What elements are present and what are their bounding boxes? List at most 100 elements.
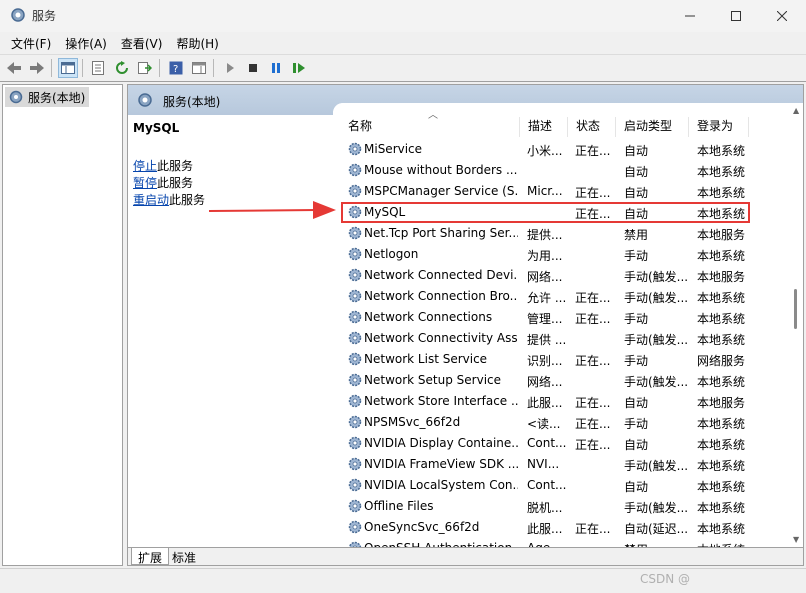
tab-extended[interactable]: 扩展 [131,548,170,565]
service-gear-icon [348,436,362,450]
service-startup-type: 自动 [624,480,649,494]
service-name: MySQL [364,205,406,219]
service-gear-icon [348,163,362,177]
service-row[interactable]: Network Connection Bro... 允许 ... 正在... 手动(触… [333,286,793,307]
service-log-on-as: 本地系统 [697,291,746,305]
scroll-up-icon[interactable]: ▲ [793,106,799,115]
export-list-button[interactable] [135,58,155,78]
minimize-button[interactable] [667,0,713,32]
action-suffix: 此服务 [169,193,206,207]
service-description: 识别... [527,354,563,368]
service-row[interactable]: Network Setup Service 网络... 手动(触发... 本地系统 [333,370,793,391]
service-log-on-as: 本地系统 [697,165,746,179]
service-log-on-as: 本地系统 [697,459,746,473]
service-name: Network List Service [364,352,488,366]
svg-text:?: ? [173,64,178,75]
properties-icon [92,61,104,75]
service-status: 正在... [575,417,611,431]
service-row[interactable]: Network Connections 管理... 正在... 手动 本地系统 [333,307,793,328]
show-hide-console-tree-button[interactable] [58,58,78,78]
help-button[interactable]: ? [166,58,186,78]
service-name: MSPCManager Service (S... [364,184,518,198]
menu-view[interactable]: 查看(V) [114,32,170,54]
service-row[interactable]: Mouse without Borders ... 自动 本地系统 [333,160,793,181]
action-suffix: 此服务 [157,176,194,190]
service-description: Cont... [527,478,567,492]
stop-service-action: 停止此服务 [133,157,193,174]
scroll-down-icon[interactable]: ▼ [793,535,799,544]
service-startup-type: 自动 [624,165,649,179]
service-name: Mouse without Borders ... [364,163,518,177]
column-header-name[interactable]: 名称 [340,117,520,137]
service-startup-type: 手动 [624,417,649,431]
pause-service-button[interactable] [266,58,286,78]
window-title: 服务 [32,9,57,23]
service-row[interactable]: Net.Tcp Port Sharing Ser... 提供... 禁用 本地服务 [333,223,793,244]
service-row[interactable]: Network Connected Devi... 网络... 手动(触发... 本地… [333,265,793,286]
service-description: 为用... [527,249,563,263]
service-log-on-as: 本地服务 [697,228,746,242]
service-row[interactable]: OneSyncSvc_66f2d 此服... 正在... 自动(延迟... 本地系统 [333,517,793,538]
column-header-startup-type[interactable]: 启动类型 [616,117,689,137]
service-row[interactable]: OpenSSH Authentication ...Age...禁用本地系统 [333,538,793,547]
menu-action[interactable]: 操作(A) [58,32,114,54]
service-row[interactable]: Network Connectivity Ass... 提供 ... 手动(触发..… [333,328,793,349]
column-header-description[interactable]: 描述 [520,117,568,137]
service-row[interactable]: Offline Files 脱机... 手动(触发... 本地系统 [333,496,793,517]
service-row[interactable]: Netlogon 为用... 手动 本地系统 [333,244,793,265]
vertical-scrollbar[interactable]: ▲ ▼ [791,103,801,547]
tab-standard[interactable]: 标准 [166,548,202,565]
service-log-on-as: 本地系统 [697,207,746,221]
show-action-pane-button[interactable] [189,58,209,78]
service-row[interactable]: NVIDIA LocalSystem Con... Cont... 自动 本地系统 [333,475,793,496]
menu-help[interactable]: 帮助(H) [169,32,225,54]
service-log-on-as: 本地系统 [697,249,746,263]
restart-service-link[interactable]: 重启动 [133,193,169,207]
service-log-on-as: 本地系统 [697,375,746,389]
service-status: 正在... [575,396,611,410]
pause-service-link[interactable]: 暂停 [133,176,157,190]
service-status: 正在... [575,312,611,326]
service-gear-icon [348,499,362,513]
service-status: 正在... [575,207,611,221]
back-arrow-icon [7,62,21,74]
start-service-button[interactable] [220,58,240,78]
column-header-status[interactable]: 状态 [568,117,616,137]
service-description: 脱机... [527,501,563,515]
service-row[interactable]: MSPCManager Service (S... Micr... 正在... 自动 本… [333,181,793,202]
forward-button[interactable] [27,58,47,78]
service-gear-icon [348,331,362,345]
service-name: Network Connected Devi... [364,268,518,282]
services-pane: 服务(本地) MySQL 停止此服务 暂停此服务 重启动此服务 ︿ 名称 描述 … [127,84,804,566]
stop-service-link[interactable]: 停止 [133,159,157,173]
tree-item-services-local[interactable]: 服务(本地) [5,87,89,107]
maximize-button[interactable] [713,0,759,32]
service-startup-type: 禁用 [624,228,649,242]
service-description: 网络... [527,375,563,389]
service-row[interactable]: NPSMSvc_66f2d <读... 正在... 手动 本地系统 [333,412,793,433]
restart-icon [293,63,305,73]
stop-service-button[interactable] [243,58,263,78]
service-row[interactable]: NVIDIA Display Containe... Cont... 正在... 自动… [333,433,793,454]
back-button[interactable] [4,58,24,78]
service-row[interactable]: NVIDIA FrameView SDK ... NVI... 手动(触发... 本地… [333,454,793,475]
service-status: 正在... [575,186,611,200]
service-row[interactable]: Network List Service 识别... 正在... 手动 网络服务 [333,349,793,370]
service-row[interactable]: Network Store Interface ... 此服... 正在... 自动 本… [333,391,793,412]
service-row[interactable]: MiService 小米... 正在... 自动 本地系统 [333,139,793,160]
service-log-on-as: 本地系统 [697,480,746,494]
console-tree: 服务(本地) [2,84,123,566]
scrollbar-thumb[interactable] [794,289,797,329]
service-startup-type: 手动(触发... [624,375,688,389]
restart-service-button[interactable] [289,58,309,78]
close-button[interactable] [759,0,805,32]
service-status: 正在... [575,354,611,368]
menu-file[interactable]: 文件(F) [4,32,58,54]
properties-button[interactable] [88,58,108,78]
refresh-button[interactable] [112,58,132,78]
service-description: 允许 ... [527,291,567,305]
service-name: MiService [364,142,423,156]
column-header-log-on-as[interactable]: 登录为 [689,117,749,137]
service-row[interactable]: MySQL 正在... 自动 本地系统 [341,202,750,223]
service-startup-type: 自动 [624,438,649,452]
